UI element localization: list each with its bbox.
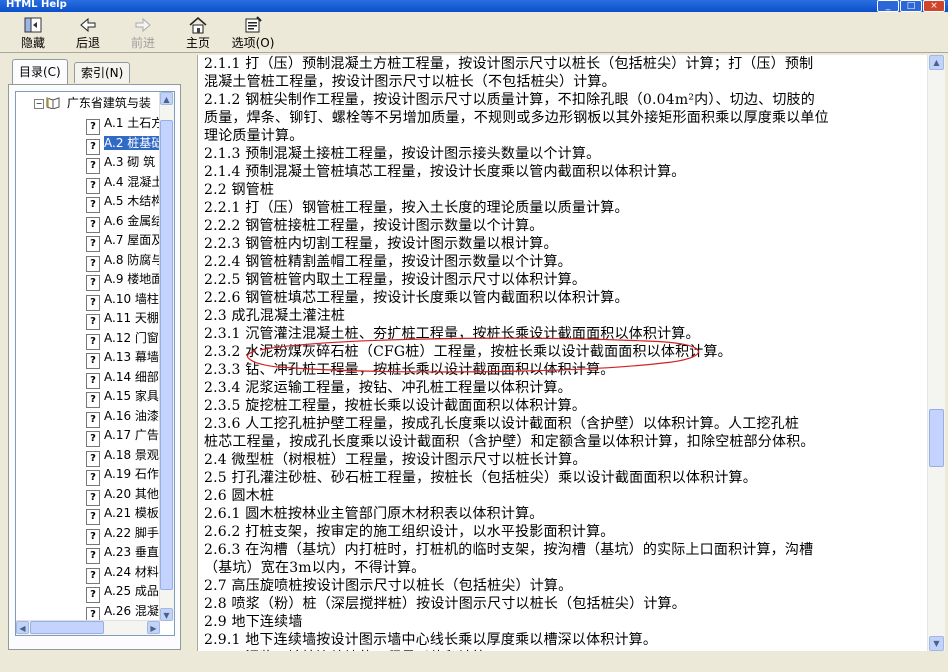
content-line: 2.2.6 钢管桩填芯工程量，按设计长度乘以管内截面积以体积计算。	[204, 290, 629, 306]
back-arrow-icon	[63, 16, 113, 34]
content-line: 2.7 高压旋喷桩按设计图示尺寸以桩长（包括桩尖）计算。	[204, 578, 573, 594]
content-line: 2.3 成孔混凝土灌注桩	[204, 308, 346, 324]
minimize-button[interactable]: _	[877, 0, 899, 12]
content-line: 2.6.2 打桩支架，按审定的施工组织设计，以水平投影面积计算。	[204, 524, 615, 540]
content-line: 2.8 喷浆（粉）桩（深层搅拌桩）按设计图示尺寸以桩长（包括桩尖）计算。	[204, 596, 686, 612]
collapse-icon[interactable]: −	[34, 99, 44, 109]
tree-item-label: A.9 楼地面	[104, 272, 164, 286]
content-line: 2.6.1 圆木桩按林业主管部门原木材积表以体积计算。	[204, 506, 544, 522]
contents-tree[interactable]: − 广东省建筑与装 ? A.1 土石方? A.2 桩基础? A.3 砌 筑? A.4 混…	[15, 91, 175, 636]
hide-label: 隐藏	[20, 36, 45, 50]
scroll-right-arrow-icon[interactable]: ▶	[147, 621, 160, 634]
content-line: 桩芯工程量，按成孔长度乘以设计截面积（含护壁）和定额含量以体积计算，扣除空桩部分…	[204, 434, 815, 450]
content-line: 2.3.2 水泥粉煤灰碎石桩（CFG桩）工程量，按桩长乘以设计截面面积以体积计算…	[204, 344, 732, 360]
status-bar	[0, 653, 948, 672]
content-line: 2.2.3 钢管桩内切割工程量，按设计图示数量以根计算。	[204, 236, 558, 252]
content-line: 2.2 钢管桩	[204, 182, 275, 198]
tree-root-label: 广东省建筑与装	[66, 96, 151, 110]
home-label: 主页	[185, 36, 210, 50]
toolbar: 隐藏 后退 前进 主页 选项(O)	[0, 12, 948, 53]
content-line: 混凝土管桩工程量，按设计图示尺寸以桩长（不包括桩尖）计算。	[204, 74, 616, 90]
tree-scroll-thumb[interactable]	[160, 120, 173, 590]
close-button[interactable]: ×	[923, 0, 945, 12]
content-line: 2.4 微型桩（树根桩）工程量，按设计图示尺寸以桩长计算。	[204, 452, 587, 468]
content-line: 2.3.3 钻、冲孔桩工程量，按桩长乘以设计截面面积以体积计算。	[204, 362, 615, 378]
tree-item-label: A.4 混凝土	[104, 174, 164, 189]
hide-button[interactable]: 隐藏	[8, 16, 58, 52]
tree-vertical-scrollbar[interactable]: ▲ ▼	[159, 92, 174, 621]
back-button[interactable]: 后退	[63, 16, 113, 52]
content-line: 2.1.1 打（压）预制混凝土方桩工程量，按设计图示尺寸以桩长（包括桩尖）计算；…	[204, 56, 814, 72]
content-scroll-up-icon[interactable]: ▲	[929, 55, 944, 70]
navigation-tabs: 目录(C) 索引(N)	[8, 58, 181, 86]
content-line: 2.9 地下连续墙	[204, 614, 303, 630]
tree-root-node[interactable]: − 广东省建筑与装	[34, 94, 151, 114]
content-line: 2.3.6 人工挖孔桩护壁工程量，按成孔长度乘以设计截面积（含护壁）以体积计算。…	[204, 416, 800, 432]
scroll-left-arrow-icon[interactable]: ◀	[16, 621, 29, 634]
content-line: 2.3.4 泥浆运输工程量，按钻、冲孔桩工程量以体积计算。	[204, 380, 572, 396]
tab-index[interactable]: 索引(N)	[74, 62, 131, 83]
topic-content[interactable]: 2.1.1 打（压）预制混凝土方桩工程量，按设计图示尺寸以桩长（包括桩尖）计算；…	[197, 55, 928, 651]
content-line: 2.5 打孔灌注砂桩、砂石桩工程量，按桩长（包括桩尖）乘以设计截面面积以体积计算…	[204, 470, 757, 486]
tab-contents[interactable]: 目录(C)	[12, 59, 68, 84]
options-icon	[228, 16, 278, 34]
scroll-down-arrow-icon[interactable]: ▼	[160, 608, 173, 621]
maximize-button[interactable]: □	[900, 0, 922, 12]
tree-item-label: A.3 砌 筑	[104, 155, 156, 169]
scroll-up-arrow-icon[interactable]: ▲	[160, 92, 173, 105]
contents-panel: − 广东省建筑与装 ? A.1 土石方? A.2 桩基础? A.3 砌 筑? A.4 混…	[8, 84, 181, 650]
window-title-bar[interactable]: HTML Help _ □ ×	[0, 0, 948, 12]
tree-item-label: A.1 土石方	[104, 116, 164, 130]
content-line: 2.3.1 沉管灌注混凝土桩、夯扩桩工程量，按桩长乘设计截面面积以体积计算。	[204, 326, 700, 342]
forward-button[interactable]: 前进	[118, 16, 168, 52]
options-label: 选项(O)	[231, 36, 275, 50]
back-label: 后退	[75, 36, 100, 50]
content-line: 2.3.5 旋挖桩工程量，按桩长乘以设计截面面积以体积计算。	[204, 398, 587, 414]
content-line: 2.9.1 地下连续墙按设计图示墙中心线长乘以厚度乘以槽深以体积计算。	[204, 632, 658, 648]
content-line: 2.2.5 钢管桩管内取土工程量，按设计图示尺寸以体积计算。	[204, 272, 587, 288]
home-button[interactable]: 主页	[173, 16, 223, 52]
home-icon	[173, 16, 223, 34]
hide-pane-icon	[8, 16, 58, 34]
content-line: 质量，焊条、铆钉、螺栓等不另增加质量，不规则或多边形钢板以其外接矩形面积乘以厚度…	[204, 110, 829, 126]
content-line: 2.2.2 钢管桩接桩工程量，按设计图示数量以个计算。	[204, 218, 544, 234]
tree-hscroll-thumb[interactable]	[30, 621, 104, 634]
content-line: 2.6 圆木桩	[204, 488, 275, 504]
content-line: 2.2.4 钢管桩精割盖帽工程量，按设计图示数量以个计算。	[204, 254, 572, 270]
options-button[interactable]: 选项(O)	[228, 16, 278, 52]
content-line: 2.2.1 打（压）钢管桩工程量，按入土长度的理论质量以质量计算。	[204, 200, 629, 216]
tree-item-label: A.8 防腐与	[104, 252, 164, 267]
tree-item-label: A.6 金属结	[104, 213, 164, 228]
tree-horizontal-scrollbar[interactable]: ◀ ▶	[16, 620, 160, 635]
navigation-pane: 目录(C) 索引(N) − 广东省建筑与装 ? A.1 土石方? A.2 桩基础? A…	[8, 58, 181, 650]
content-line: 2.1.2 钢桩尖制作工程量，按设计图示尺寸以质量计算，不扣除孔眼（0.04m²…	[204, 92, 815, 108]
open-book-icon	[46, 95, 60, 114]
content-scroll-down-icon[interactable]: ▼	[929, 636, 944, 651]
forward-label: 前进	[130, 36, 155, 50]
content-line: 2.1.4 预制混凝土管桩填芯工程量，按设计长度乘以管内截面积以体积计算。	[204, 164, 686, 180]
tree-item-label: A.5 木结构	[104, 194, 164, 208]
forward-arrow-icon	[118, 16, 168, 34]
content-line: 理论质量计算。	[204, 128, 304, 144]
content-line: 2.9.2 泥浆运输按连续墙的工程量以体积计算。	[204, 649, 501, 651]
content-scroll-thumb[interactable]	[929, 409, 944, 467]
content-line: 2.6.3 在沟槽（基坑）内打桩时，打桩机的临时支架，按沟槽（基坑）的实际上口面…	[204, 542, 814, 558]
content-line: （基坑）宽在3m以内，不得计算。	[204, 560, 426, 576]
content-vertical-scrollbar[interactable]: ▲ ▼	[927, 55, 945, 651]
content-line: 2.1.3 预制混凝土接桩工程量，按设计图示接头数量以个计算。	[204, 146, 601, 162]
window-title: HTML Help	[6, 0, 67, 10]
tree-item-label: A.2 桩基础	[104, 135, 164, 150]
